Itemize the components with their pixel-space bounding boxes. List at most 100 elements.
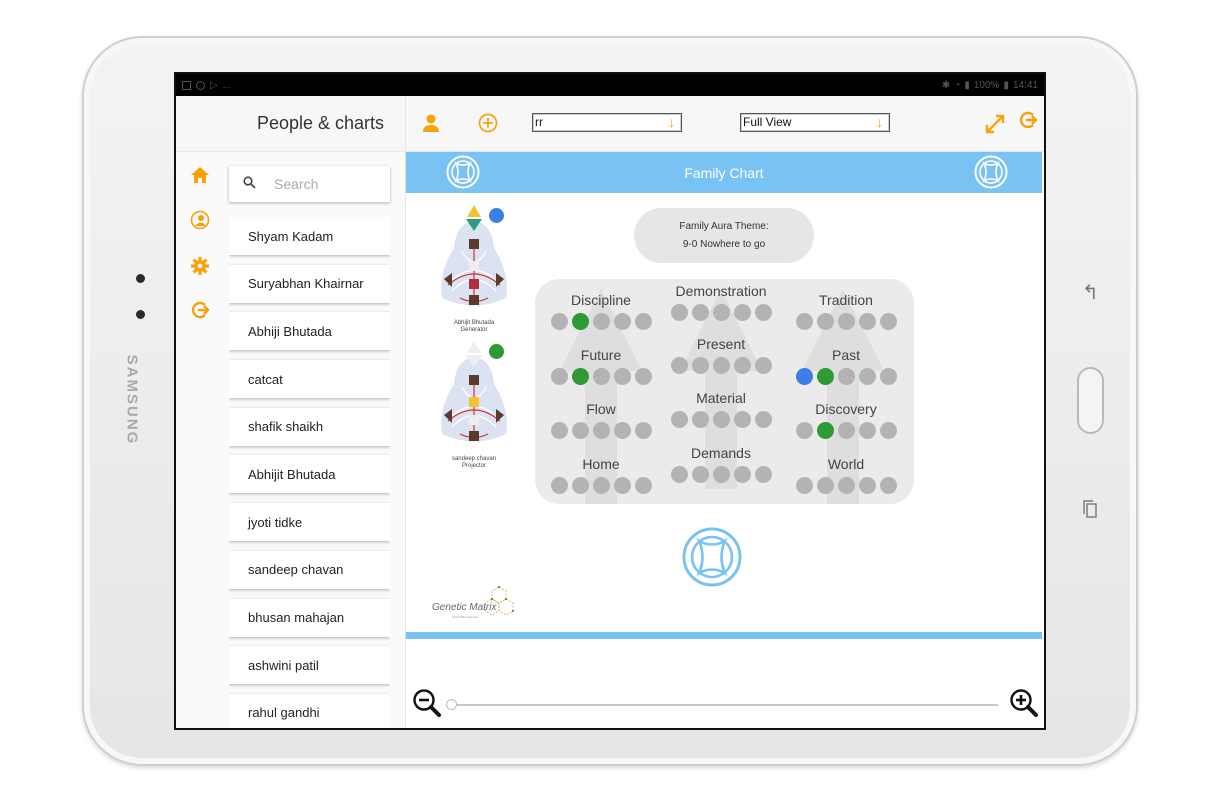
aura-dot (571, 313, 589, 330)
sensor-dot (136, 310, 145, 319)
person-list-item[interactable]: Abhiji Bhutada (229, 312, 390, 351)
aura-dot (754, 466, 772, 483)
aura-dot (879, 477, 897, 494)
back-key-icon[interactable]: ↰ (1082, 280, 1099, 305)
aura-dot (816, 313, 834, 330)
person-list-item[interactable]: rahul gandhi (229, 693, 390, 728)
aura-dot (634, 368, 652, 385)
aura-dot (733, 304, 751, 321)
matrix-logo-icon (974, 155, 1008, 189)
aura-dots (546, 313, 656, 330)
member-caption: Abhijit Bhutada Generator (424, 320, 524, 334)
aura-cell-future: Future (546, 347, 656, 385)
play-icon: ▷ (210, 79, 218, 91)
person-list-item[interactable]: bhusan mahajan (229, 598, 390, 637)
matrix-logo-icon (682, 527, 742, 587)
clock-time: 14:41 (1012, 79, 1038, 91)
screen: ▷ ... ✱ ◔ ▮ 100% ▮ 14:41 People & charts (174, 72, 1046, 730)
wifi-icon: ◔ (954, 79, 961, 91)
aura-cell-label: Future (580, 347, 622, 363)
aura-dot (733, 357, 751, 374)
aura-cell-label: Flow (586, 401, 616, 417)
person-list-item[interactable]: sandeep chavan (229, 550, 390, 589)
matrix-logo-icon (446, 155, 480, 189)
aura-dot (592, 313, 610, 330)
aura-cell-label: Present (696, 336, 746, 352)
person-list-item[interactable]: jyoti tidke (229, 503, 390, 542)
people-list[interactable]: Shyam Kadam Suryabhan Khairnar Abhiji Bhut… (229, 217, 390, 728)
aura-dots (666, 304, 776, 321)
aura-cell-flow: Flow (546, 401, 656, 439)
home-button[interactable] (1077, 367, 1104, 434)
aura-cell-demonstration: Demonstration (666, 283, 776, 321)
arrow-down-icon: ↓ (876, 114, 883, 130)
expand-icon[interactable] (984, 113, 1006, 139)
logout-icon[interactable] (1018, 110, 1038, 134)
aura-cell-label: Demands (691, 445, 751, 461)
add-circle-icon[interactable] (478, 113, 498, 137)
aura-dot (795, 422, 813, 439)
aura-dot (837, 313, 855, 330)
aura-dot (592, 477, 610, 494)
person-list-item[interactable]: Shyam Kadam (229, 217, 390, 255)
aura-dot (879, 368, 897, 385)
brand-logo-text: Genetic Matrix (432, 602, 497, 613)
gear-icon[interactable] (190, 256, 210, 276)
search-icon (243, 176, 256, 192)
zoom-slider-thumb[interactable] (446, 699, 457, 710)
aura-dot (670, 357, 688, 374)
home-icon[interactable] (190, 165, 210, 185)
aura-cell-label: Home (582, 456, 620, 472)
aura-theme-badge: Family Aura Theme: 9-0 Nowhere to go (634, 208, 814, 263)
person-list-item[interactable]: catcat (229, 360, 390, 399)
person-name: shafik shaikh (248, 419, 324, 435)
aura-cell-label: Discovery (815, 401, 877, 417)
profile-circle-icon[interactable] (190, 210, 210, 230)
member-name: sandeep chavan (451, 456, 497, 462)
person-name: catcat (248, 371, 283, 387)
zoom-in-icon[interactable] (1009, 688, 1039, 718)
person-name: ashwini patil (248, 657, 319, 673)
member-color-dot (489, 344, 504, 359)
search-placeholder: Search (274, 176, 319, 192)
aura-cell-discipline: Discipline (546, 292, 656, 330)
aura-dots (791, 313, 901, 330)
logout-icon[interactable] (190, 300, 210, 320)
chart-title: Family Chart (684, 164, 764, 181)
person-list-item[interactable]: Abhijit Bhutada (229, 455, 390, 494)
bluetooth-icon: ✱ (941, 79, 951, 91)
aura-cell-label: Discipline (571, 292, 631, 308)
person-icon[interactable] (422, 113, 440, 137)
search-input[interactable]: Search (229, 166, 390, 202)
view-select-value: Full View (743, 115, 792, 129)
aura-dot (733, 411, 751, 428)
zoom-out-icon[interactable] (412, 688, 442, 718)
view-select[interactable]: Full View ↓ (740, 113, 890, 132)
recent-apps-icon[interactable] (1083, 500, 1097, 518)
person-list-item[interactable]: Suryabhan Khairnar (229, 264, 390, 303)
camera-dot (136, 274, 145, 283)
person-list-item[interactable]: shafik shaikh (229, 407, 390, 446)
person-name: Shyam Kadam (248, 228, 334, 244)
aura-dot (613, 368, 631, 385)
gallery-icon (182, 80, 191, 90)
aura-dots (666, 411, 776, 428)
chart-select[interactable]: rr ↓ (532, 113, 682, 132)
aura-dot (670, 466, 688, 483)
member-type: Generator (460, 327, 488, 333)
aura-dot (837, 477, 855, 494)
aura-dot (712, 466, 730, 483)
aura-dot (837, 422, 855, 439)
aura-dot (550, 422, 568, 439)
person-name: Abhijit Bhutada (248, 466, 336, 482)
aura-dot (571, 368, 589, 385)
aura-cell-label: World (827, 456, 865, 472)
aura-dot (613, 313, 631, 330)
status-bar: ▷ ... ✱ ◔ ▮ 100% ▮ 14:41 (176, 74, 1044, 96)
aura-dots (791, 368, 901, 385)
aura-dot (613, 477, 631, 494)
aura-dot (837, 368, 855, 385)
person-list-item[interactable]: ashwini patil (229, 646, 390, 685)
zoom-slider-track[interactable] (450, 704, 998, 706)
aura-dot (592, 368, 610, 385)
